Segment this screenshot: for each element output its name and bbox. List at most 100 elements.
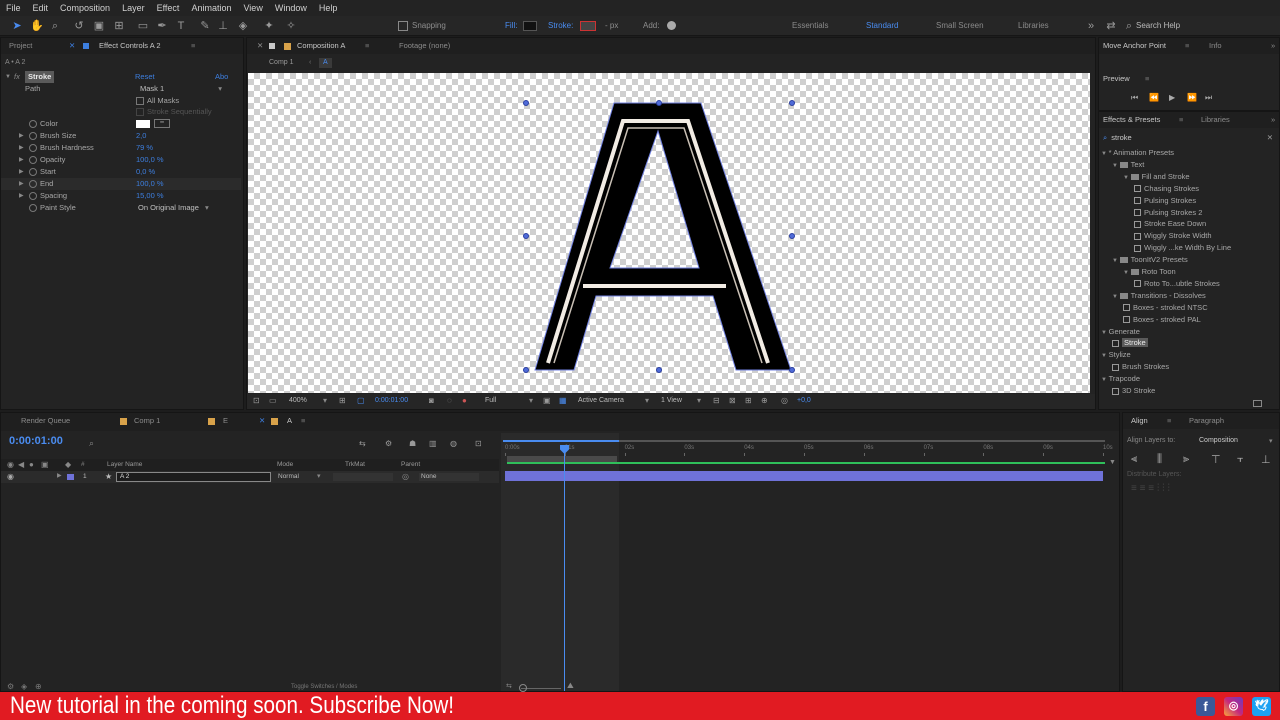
tab-align[interactable]: Align	[1131, 416, 1148, 426]
clone-tool-icon[interactable]: ⊥	[216, 19, 230, 33]
transfer-controls-icon[interactable]: ◈	[21, 682, 27, 691]
expand-triangle-icon[interactable]: ▼	[1101, 330, 1109, 336]
lock-icon[interactable]	[269, 43, 275, 49]
transform-handle[interactable]	[523, 367, 529, 373]
new-folder-icon[interactable]	[1253, 400, 1262, 407]
transform-handle[interactable]	[789, 233, 795, 239]
audio-toggle-icon[interactable]: ◀	[18, 460, 24, 469]
trkmat-dropdown[interactable]	[333, 473, 393, 481]
more-workspaces-icon[interactable]: »	[1084, 19, 1098, 33]
brush-tool-icon[interactable]: ✎	[198, 19, 212, 33]
expand-triangle-icon[interactable]: ▶	[19, 130, 24, 142]
preset-tree-item[interactable]: Boxes - stroked NTSC	[1123, 302, 1208, 314]
solo-toggle-icon[interactable]: ●	[29, 460, 34, 469]
brush-size-value[interactable]: 2,0	[136, 130, 146, 142]
rotate-tool-icon[interactable]: ↺	[72, 19, 86, 33]
puppet-tool-icon[interactable]: ✧	[284, 19, 298, 33]
last-frame-icon[interactable]: ⏭	[1205, 93, 1212, 103]
stroke-seq-checkbox[interactable]	[136, 108, 144, 116]
preset-tree-item[interactable]: Wiggly ...ke Width By Line	[1134, 242, 1231, 254]
toggle-switches-modes[interactable]: Toggle Switches / Modes	[291, 684, 357, 690]
layer-duration-bar[interactable]	[505, 471, 1103, 481]
tab-footage[interactable]: Footage (none)	[399, 41, 450, 51]
stopwatch-icon[interactable]	[29, 204, 37, 212]
menu-layer[interactable]: Layer	[116, 0, 151, 16]
hand-tool-icon[interactable]: ✋	[30, 19, 44, 33]
expand-triangle-icon[interactable]: ▶	[19, 154, 24, 166]
instagram-icon[interactable]: ◎	[1224, 697, 1243, 716]
shy-icon[interactable]: ☗	[409, 439, 416, 448]
menu-help[interactable]: Help	[313, 0, 344, 16]
facebook-icon[interactable]: f	[1196, 697, 1215, 716]
workspace-essentials[interactable]: Essentials	[792, 20, 828, 32]
all-masks-checkbox[interactable]	[136, 97, 144, 105]
in-out-icon[interactable]: ⊕	[35, 682, 42, 691]
timeline-icon[interactable]: ⊞	[745, 396, 752, 405]
workspace-standard[interactable]: Standard	[866, 20, 898, 32]
view-layout-dropdown[interactable]: 1 View	[661, 397, 682, 404]
menu-effect[interactable]: Effect	[151, 0, 186, 16]
layer-mode-dropdown[interactable]: Normal	[278, 473, 299, 480]
flowchart-icon[interactable]: ⊕	[761, 396, 768, 405]
time-ruler[interactable]: 0:00s 01s 02s 03s 04s 05s 06s 07s 08s 09s 10s	[501, 445, 1119, 456]
motion-blur-icon[interactable]: ◍	[450, 439, 457, 448]
search-icon[interactable]: ⌕	[89, 438, 94, 449]
stopwatch-icon[interactable]	[29, 144, 37, 152]
graph-editor-icon[interactable]: ⊡	[475, 439, 482, 448]
expand-triangle-icon[interactable]: ▼	[5, 71, 11, 83]
transform-handle[interactable]	[656, 100, 662, 106]
align-vcenter-icon[interactable]: ⫟	[1237, 453, 1244, 466]
panel-menu-icon[interactable]: ≡	[1145, 74, 1149, 83]
panel-menu-icon[interactable]: ≡	[1185, 41, 1189, 51]
menu-animation[interactable]: Animation	[185, 0, 237, 16]
breadcrumb-a[interactable]: A	[319, 58, 332, 68]
transparency-grid-icon[interactable]: ▦	[559, 396, 567, 405]
tab-effect-controls[interactable]: Effect Controls A 2	[99, 41, 161, 51]
viewer-timecode[interactable]: 0:00:01:00	[375, 397, 408, 404]
tab-move-anchor-point[interactable]: Move Anchor Point	[1103, 41, 1166, 51]
panel-menu-icon[interactable]: ≡	[365, 41, 369, 51]
menu-file[interactable]: File	[0, 0, 27, 16]
start-value[interactable]: 0,0 %	[136, 166, 155, 178]
tab-comp1[interactable]: Comp 1	[134, 416, 160, 426]
preset-tree-item[interactable]: 3D Stroke	[1112, 385, 1155, 397]
playhead-line[interactable]	[564, 447, 565, 691]
close-icon[interactable]: ✕	[259, 416, 265, 426]
menu-edit[interactable]: Edit	[27, 0, 55, 16]
play-icon[interactable]: ▶	[1169, 93, 1175, 102]
paint-style-dropdown[interactable]: On Original Image ▾	[138, 202, 209, 214]
next-frame-icon[interactable]: ⏩	[1187, 93, 1197, 102]
fx-icon[interactable]: fx	[14, 71, 20, 83]
zoom-in-icon[interactable]: ⛰	[567, 681, 574, 691]
tab-effects-presets[interactable]: Effects & Presets	[1103, 115, 1160, 125]
transform-handle[interactable]	[789, 367, 795, 373]
lock-icon[interactable]	[83, 43, 89, 49]
menu-view[interactable]: View	[237, 0, 268, 16]
region-of-interest-icon[interactable]: ▣	[543, 396, 551, 405]
type-tool-icon[interactable]: T	[174, 19, 188, 33]
chevron-down-icon[interactable]: ▾	[645, 396, 649, 405]
resolution-dropdown[interactable]: Full	[485, 397, 496, 404]
selection-tool-icon[interactable]: ➤	[10, 19, 24, 33]
tab-composition[interactable]: Composition A	[297, 41, 345, 51]
video-toggle-icon[interactable]: ◉	[7, 460, 14, 469]
eyedropper-icon[interactable]: ━	[154, 119, 170, 128]
expand-triangle-icon[interactable]: ▼	[1112, 163, 1120, 169]
toggle-pixel-icon[interactable]: ⊟	[713, 396, 720, 405]
previous-frame-icon[interactable]: ⏪	[1149, 93, 1159, 102]
fast-preview-icon[interactable]: ⊠	[729, 396, 736, 405]
align-hcenter-icon[interactable]: ⫼	[1157, 453, 1162, 466]
first-frame-icon[interactable]: ⏮	[1131, 93, 1138, 103]
expand-triangle-icon[interactable]: ▼	[1101, 353, 1109, 359]
monitor-icon[interactable]: ▭	[269, 396, 277, 405]
stopwatch-icon[interactable]	[29, 168, 37, 176]
transform-handle[interactable]	[656, 367, 662, 373]
layer-switches-icon[interactable]: ⚙	[7, 682, 14, 691]
more-panels-icon[interactable]: »	[1271, 115, 1275, 125]
transform-handle[interactable]	[523, 100, 529, 106]
snapping-checkbox[interactable]	[398, 21, 408, 31]
zoom-out-icon[interactable]: ⇆	[506, 682, 512, 690]
snapshot-icon[interactable]: ◙	[429, 396, 434, 405]
col-parent[interactable]: Parent	[401, 461, 420, 468]
stopwatch-icon[interactable]	[29, 192, 37, 200]
